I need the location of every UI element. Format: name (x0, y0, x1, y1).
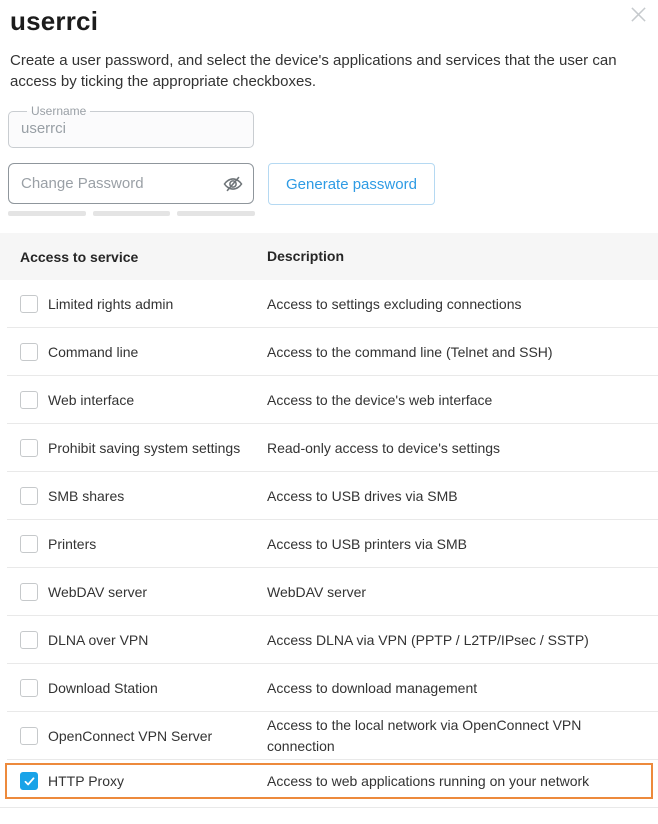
credentials-form: Username Generate password (8, 104, 658, 216)
table-bottom-divider (0, 807, 658, 808)
service-description: Access to the local network via OpenConn… (267, 715, 658, 757)
column-header-description: Description (267, 246, 658, 267)
service-access-table: Access to service Description Limited ri… (0, 233, 658, 808)
password-strength-bar (177, 211, 255, 216)
table-row: OpenConnect VPN Server Access to the loc… (0, 712, 658, 760)
table-row: Download Station Access to download mana… (0, 664, 658, 712)
service-checkbox[interactable] (20, 772, 38, 790)
service-cell: Printers (0, 535, 267, 553)
service-label: SMB shares (48, 488, 124, 504)
service-checkbox[interactable] (20, 679, 38, 697)
service-checkbox[interactable] (20, 343, 38, 361)
page-title: userrci (10, 6, 648, 37)
table-row: WebDAV server WebDAV server (0, 568, 658, 616)
service-description: Access to the device's web interface (267, 390, 658, 411)
service-cell: Prohibit saving system settings (0, 439, 267, 457)
column-header-service: Access to service (0, 249, 267, 265)
close-button[interactable] (626, 4, 650, 28)
service-checkbox[interactable] (20, 727, 38, 745)
service-cell: DLNA over VPN (0, 631, 267, 649)
service-cell: WebDAV server (0, 583, 267, 601)
service-checkbox[interactable] (20, 439, 38, 457)
service-description: Access to settings excluding connections (267, 294, 658, 315)
service-cell: Download Station (0, 679, 267, 697)
service-checkbox[interactable] (20, 535, 38, 553)
check-icon (23, 775, 36, 788)
service-label: Limited rights admin (48, 296, 173, 312)
service-label: HTTP Proxy (48, 773, 124, 789)
service-checkbox[interactable] (20, 631, 38, 649)
table-row: HTTP Proxy Access to web applications ru… (5, 763, 653, 799)
username-field-label: Username (27, 104, 90, 118)
username-input (21, 119, 241, 137)
password-row: Generate password (8, 163, 658, 205)
username-field-group: Username (8, 104, 254, 148)
password-strength-meter (8, 211, 255, 216)
table-row: DLNA over VPN Access DLNA via VPN (PPTP … (0, 616, 658, 664)
service-checkbox[interactable] (20, 583, 38, 601)
service-label: Prohibit saving system settings (48, 440, 240, 456)
table-row: Printers Access to USB printers via SMB (0, 520, 658, 568)
service-cell: SMB shares (0, 487, 267, 505)
close-icon (630, 6, 647, 26)
service-description: Access to USB printers via SMB (267, 534, 658, 555)
service-cell: Limited rights admin (0, 295, 267, 313)
table-row: Prohibit saving system settings Read-onl… (0, 424, 658, 472)
service-cell: Command line (0, 343, 267, 361)
service-cell: Web interface (0, 391, 267, 409)
service-label: Download Station (48, 680, 158, 696)
password-strength-bar (8, 211, 86, 216)
service-cell: HTTP Proxy (7, 772, 267, 790)
service-description: Access to web applications running on yo… (267, 771, 651, 792)
service-label: Command line (48, 344, 138, 360)
table-row: Limited rights admin Access to settings … (0, 280, 658, 328)
dialog-header: userrci (0, 0, 658, 37)
password-strength-bar (93, 211, 171, 216)
password-input[interactable] (8, 163, 254, 204)
table-row: Web interface Access to the device's web… (0, 376, 658, 424)
service-label: Printers (48, 536, 96, 552)
dialog-description: Create a user password, and select the d… (10, 50, 648, 92)
service-checkbox[interactable] (20, 487, 38, 505)
service-label: DLNA over VPN (48, 632, 148, 648)
password-field-group (8, 163, 254, 204)
password-visibility-toggle[interactable] (222, 173, 244, 195)
service-label: OpenConnect VPN Server (48, 728, 212, 744)
eye-slash-icon (222, 183, 244, 198)
service-description: Access to the command line (Telnet and S… (267, 342, 658, 363)
service-cell: OpenConnect VPN Server (0, 727, 267, 745)
table-header: Access to service Description (0, 233, 658, 280)
service-description: Access to USB drives via SMB (267, 486, 658, 507)
service-description: WebDAV server (267, 582, 658, 603)
service-description: Read-only access to device's settings (267, 438, 658, 459)
generate-password-button[interactable]: Generate password (268, 163, 435, 205)
table-row: Command line Access to the command line … (0, 328, 658, 376)
service-description: Access to download management (267, 678, 658, 699)
service-checkbox[interactable] (20, 391, 38, 409)
service-label: WebDAV server (48, 584, 147, 600)
service-description: Access DLNA via VPN (PPTP / L2TP/IPsec /… (267, 630, 658, 651)
service-checkbox[interactable] (20, 295, 38, 313)
service-label: Web interface (48, 392, 134, 408)
service-table-body: Limited rights admin Access to settings … (0, 280, 658, 799)
user-settings-dialog: userrci Create a user password, and sele… (0, 0, 658, 824)
table-row: SMB shares Access to USB drives via SMB (0, 472, 658, 520)
